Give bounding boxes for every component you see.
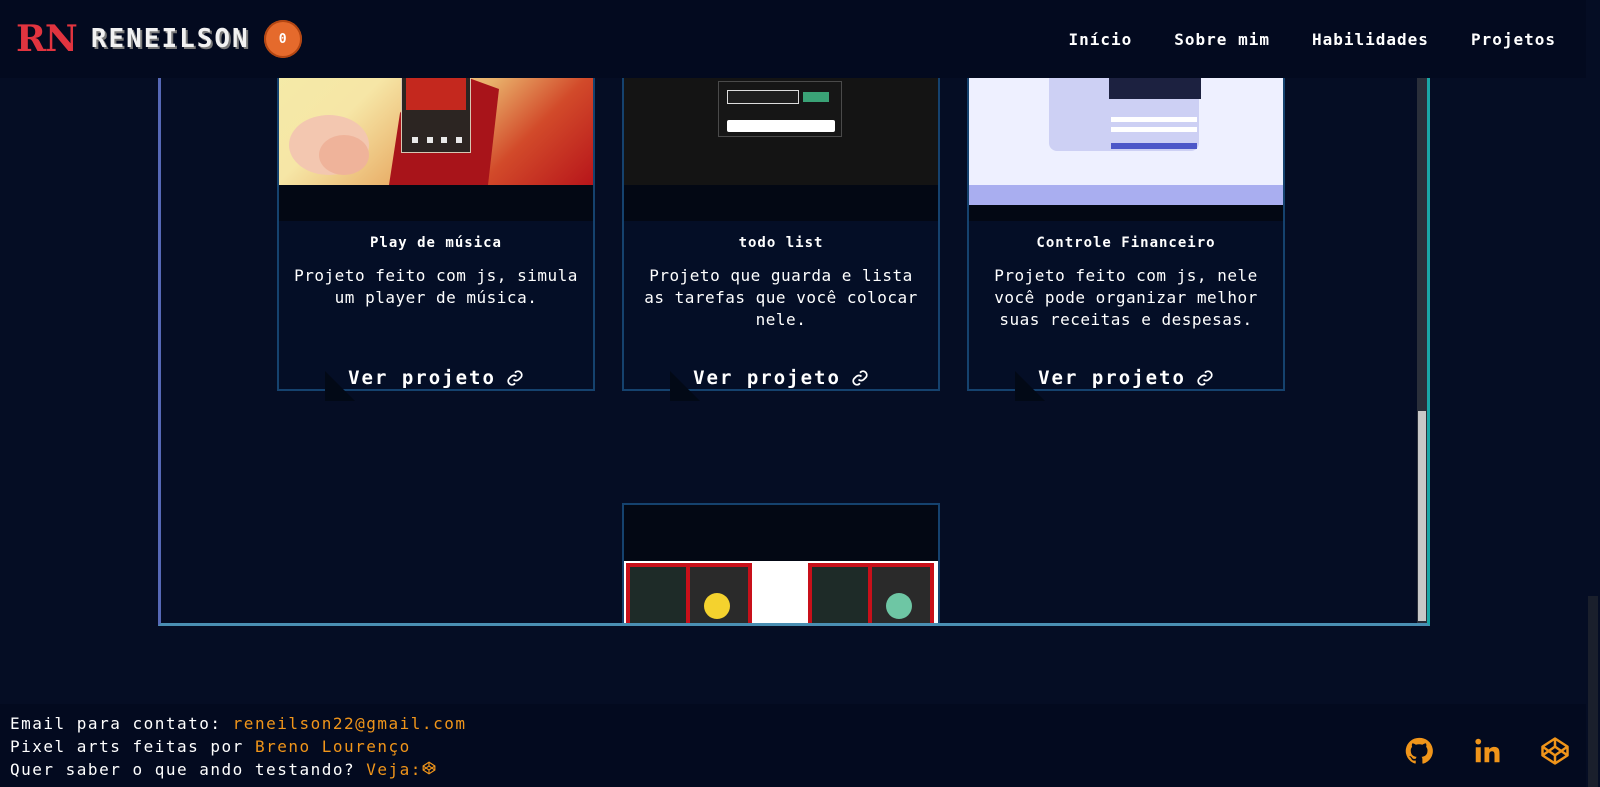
project-description: Projeto feito com js, nele você pode org… xyxy=(994,266,1258,329)
pixel-author-link[interactable]: Breno Lourenço xyxy=(255,737,411,756)
view-project-link[interactable]: Ver projeto xyxy=(293,367,579,401)
nav-link-inicio[interactable]: Início xyxy=(1068,30,1132,49)
pixel-label: Pixel arts feitas por xyxy=(10,737,244,756)
view-project-link[interactable]: Ver projeto xyxy=(638,367,924,401)
navbar: RN RENEILSON 0 Início Sobre mim Habilida… xyxy=(0,0,1586,78)
footer-pixel-line: Pixel arts feitas por Breno Lourenço xyxy=(10,735,1576,758)
brand[interactable]: RN RENEILSON 0 xyxy=(16,20,302,58)
testing-label: Quer saber o que ando testando? xyxy=(10,760,356,779)
email-link[interactable]: reneilson22@gmail.com xyxy=(233,714,467,733)
project-description: Projeto feito com js, simula um player d… xyxy=(294,266,578,307)
codepen-icon[interactable] xyxy=(1536,732,1574,770)
project-title: Controle Financeiro xyxy=(1036,235,1216,251)
project-card-todo: todo list Projeto que guarda e lista as … xyxy=(622,43,940,401)
projects-scrollbar-thumb[interactable] xyxy=(1418,411,1426,621)
codepen-small-icon xyxy=(422,761,436,775)
brand-name: RENEILSON xyxy=(90,24,250,54)
testing-link-label: Veja: xyxy=(366,760,422,779)
brand-badge[interactable]: 0 xyxy=(263,20,302,58)
view-project-label: Ver projeto xyxy=(693,367,841,389)
project-title: todo list xyxy=(738,235,824,251)
link-icon xyxy=(507,370,523,386)
page-scrollbar-thumb[interactable] xyxy=(1588,596,1598,787)
view-project-label: Ver projeto xyxy=(1038,367,1186,389)
projects-section: Play de música Projeto feito com js, sim… xyxy=(158,30,1430,626)
nav-link-projetos[interactable]: Projetos xyxy=(1471,30,1556,49)
project-image-pokedex xyxy=(624,561,938,623)
github-icon[interactable] xyxy=(1400,732,1438,770)
nav-link-habilidades[interactable]: Habilidades xyxy=(1312,30,1429,49)
link-icon xyxy=(852,370,868,386)
project-card-finance: Controle Financeiro Projeto feito com js… xyxy=(967,43,1285,401)
social-links xyxy=(1400,732,1574,770)
view-project-link[interactable]: Ver projeto xyxy=(983,367,1269,401)
project-card-music: Play de música Projeto feito com js, sim… xyxy=(277,43,595,401)
nav-link-sobre-mim[interactable]: Sobre mim xyxy=(1174,30,1270,49)
footer-testing-line: Quer saber o que ando testando? Veja: xyxy=(10,758,1576,781)
nav-menu: Início Sobre mim Habilidades Projetos xyxy=(1068,30,1556,49)
brand-logo: RN xyxy=(16,18,78,60)
projects-scrollbar[interactable] xyxy=(1417,33,1427,623)
testing-link[interactable]: Veja: xyxy=(366,760,436,779)
email-label: Email para contato: xyxy=(10,714,222,733)
page-scrollbar[interactable] xyxy=(1586,0,1600,787)
view-project-label: Ver projeto xyxy=(348,367,496,389)
project-title: Play de música xyxy=(369,235,502,251)
footer-email-line: Email para contato: reneilson22@gmail.co… xyxy=(10,712,1576,735)
project-description: Projeto que guarda e lista as tarefas qu… xyxy=(644,266,918,329)
todo-preview xyxy=(718,81,842,137)
linkedin-icon[interactable] xyxy=(1468,732,1506,770)
music-player-preview xyxy=(401,65,471,153)
link-icon xyxy=(1197,370,1213,386)
footer: Email para contato: reneilson22@gmail.co… xyxy=(0,704,1586,787)
project-card-pokedex xyxy=(622,503,940,623)
